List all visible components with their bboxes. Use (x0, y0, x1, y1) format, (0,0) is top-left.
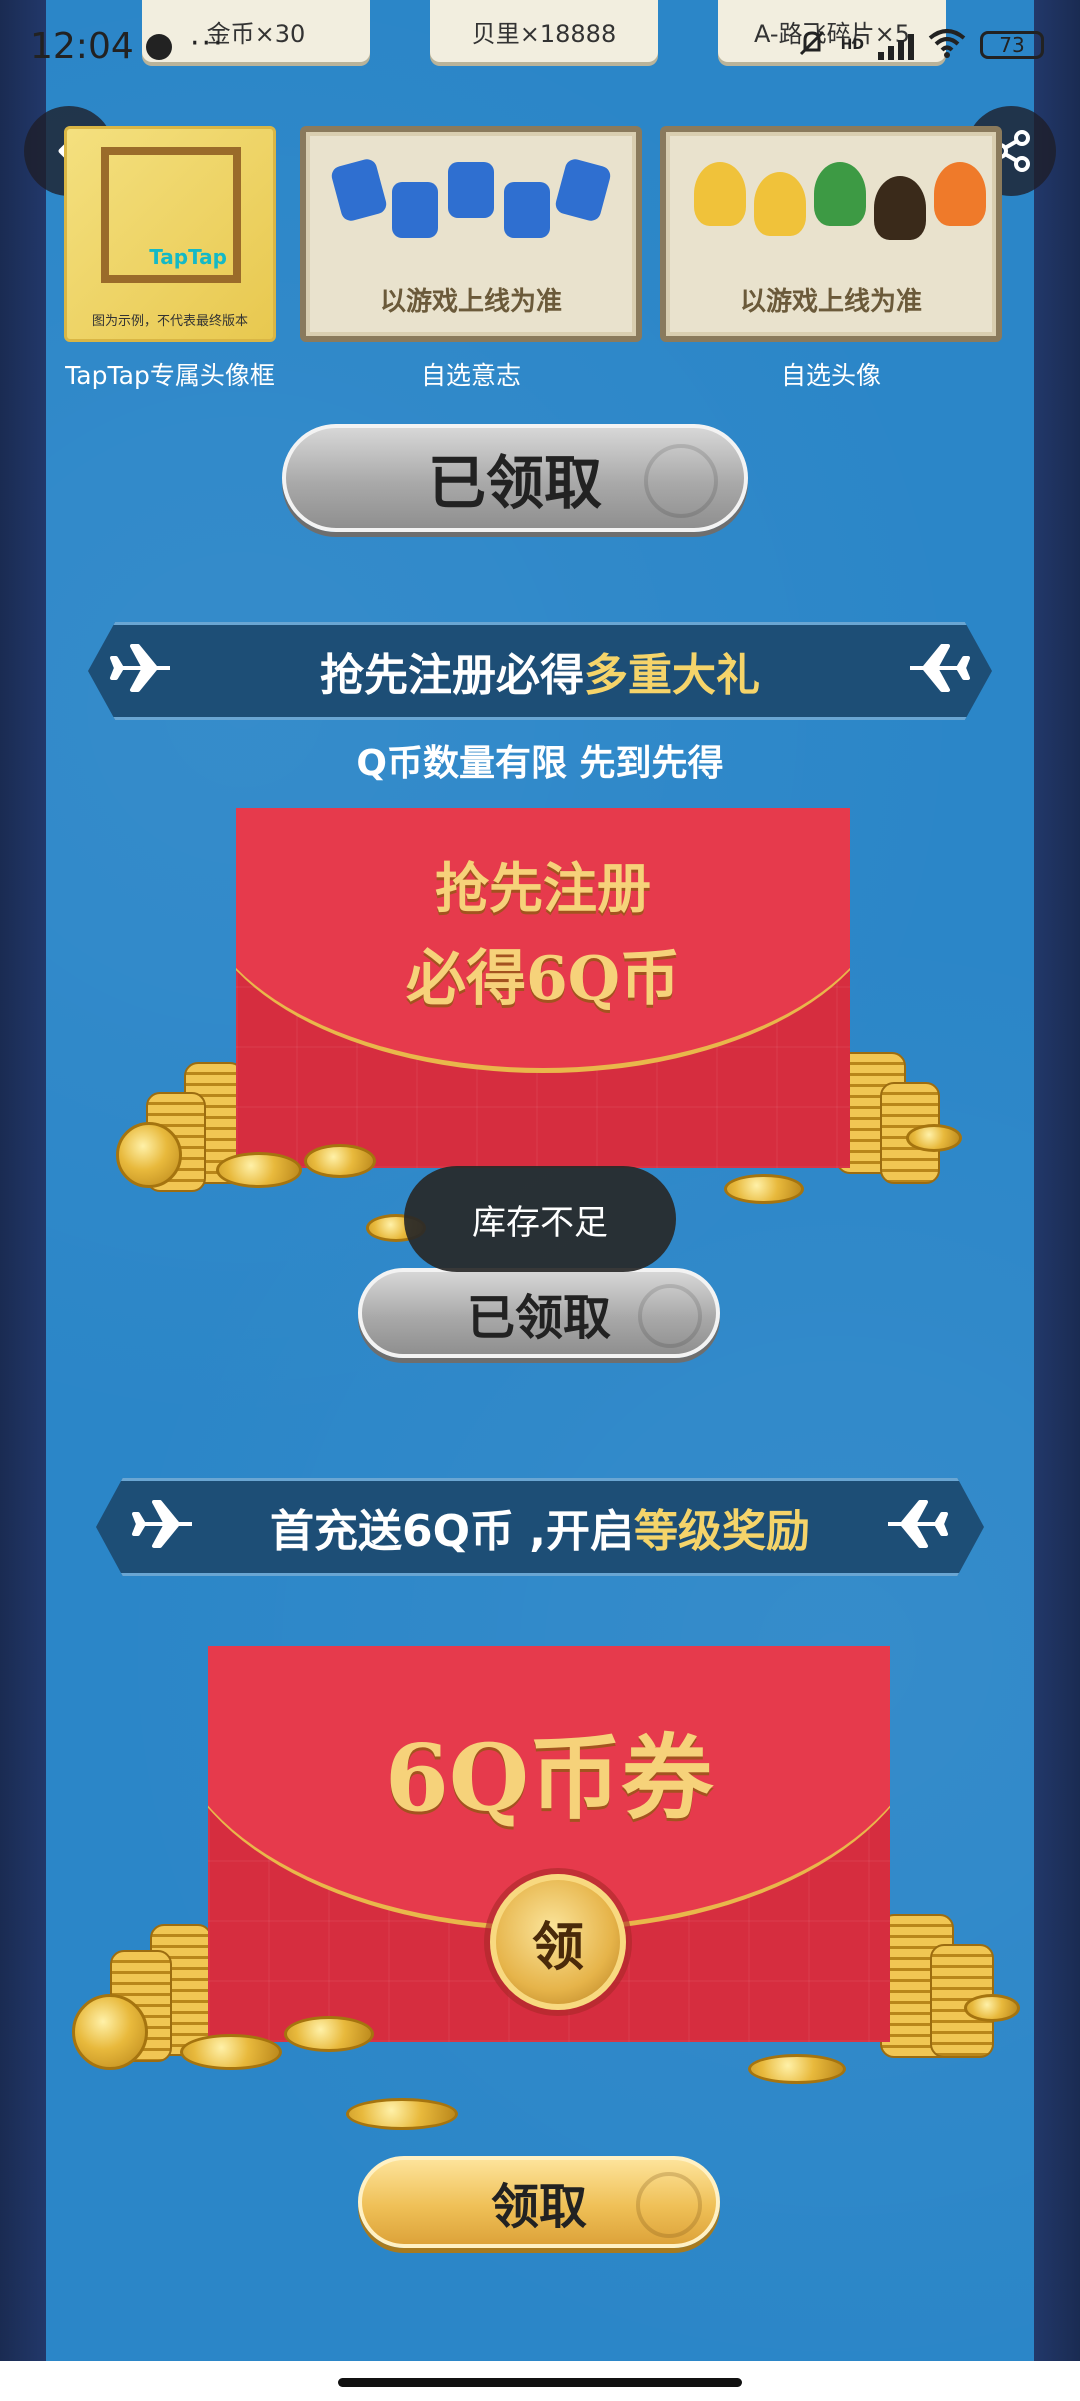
recharge-banner: 首充送6Q币 ,开启 等级奖励 (96, 1478, 984, 1576)
envelope-voucher-text: 6Q币券 (384, 1724, 714, 1832)
plane-icon-left (110, 644, 170, 692)
register-subtitle: Q币数量有限 先到先得 (356, 743, 724, 784)
coin (284, 2016, 374, 2052)
reward-chip-berry: 贝里×18888 (430, 0, 658, 62)
compass-icon (644, 444, 718, 518)
coin (748, 2054, 846, 2084)
caption-avatar: 自选头像 (780, 361, 881, 390)
claimed-label: 已领取 (466, 1290, 611, 1346)
card-note: 以游戏上线为准 (379, 287, 562, 317)
coin (964, 1994, 1020, 2022)
banner-highlight: 多重大礼 (584, 650, 760, 701)
plane-icon-right (910, 644, 970, 692)
plane-icon-left (132, 1500, 192, 1548)
coin (72, 1994, 148, 2070)
claim-badge[interactable]: 领 (490, 1874, 626, 2010)
left-page-edge (0, 0, 46, 2401)
card-note: 以游戏上线为准 (739, 287, 922, 317)
coin (724, 1174, 804, 1204)
mute-icon (797, 28, 827, 62)
plane-icon-right (888, 1500, 948, 1548)
home-indicator[interactable] (338, 2378, 742, 2387)
banner-title: 首充送6Q币 ,开启 (269, 1506, 635, 1557)
caption-will: 自选意志 (420, 361, 521, 390)
will-emblems (329, 157, 613, 238)
envelope-line-1: 抢先注册 (435, 856, 651, 920)
register-banner: 抢先注册必得 多重大礼 (88, 622, 992, 720)
compass-icon (638, 1284, 702, 1348)
coin (216, 1152, 302, 1188)
avatar-selection-card: 以游戏上线为准 (660, 126, 1002, 342)
coin (180, 2034, 282, 2070)
wifi-icon (928, 28, 966, 62)
banner-highlight: 等级奖励 (634, 1506, 811, 1557)
coin (116, 1122, 182, 1188)
reward-chip-gold: 金币×30 (142, 0, 370, 62)
banner-title: 抢先注册必得 (320, 650, 584, 701)
caption-taptap-frame: TapTap专属头像框 (65, 361, 275, 390)
claim-label: 领取 (490, 2179, 587, 2235)
red-envelope-register: 抢先注册 必得6Q币 (236, 808, 850, 1168)
taptap-avatar-frame-card: TapTap 图为示例，不代表最终版本 (64, 126, 276, 342)
battery-icon: 73 (980, 31, 1044, 59)
avatar-frame-image: TapTap (101, 147, 241, 283)
claimed-label: 已领取 (427, 449, 602, 517)
more-notifications: ··· (190, 26, 225, 61)
claimed-button-register[interactable]: 已领取 (358, 1268, 720, 1358)
right-page-edge (1034, 0, 1080, 2401)
status-time: 12:04 (30, 26, 134, 67)
compass-icon (636, 2172, 702, 2238)
status-indicators: HD 73 (797, 28, 1044, 62)
will-selection-card: 以游戏上线为准 (300, 126, 642, 342)
toast-out-of-stock: 库存不足 (404, 1166, 676, 1272)
network-type: HD (840, 37, 864, 53)
signal-icon (878, 30, 914, 60)
claimed-button-rewards[interactable]: 已领取 (282, 424, 748, 532)
envelope-line-2: 必得6Q币 (405, 944, 680, 1014)
card-disclaimer: 图为示例，不代表最终版本 (91, 314, 248, 329)
claim-button[interactable]: 领取 (358, 2156, 720, 2248)
taptap-logo: TapTap (149, 245, 227, 269)
character-portraits (694, 162, 986, 240)
coin (304, 1144, 376, 1178)
clock-app-icon (146, 34, 172, 60)
coin (346, 2098, 458, 2130)
coin (906, 1124, 962, 1152)
